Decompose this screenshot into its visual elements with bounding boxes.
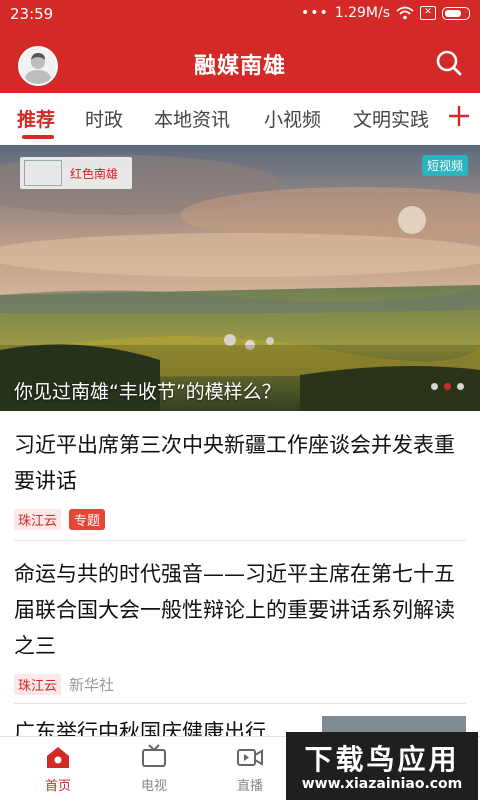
watermark-url: www.xiazainiao.com bbox=[301, 776, 463, 792]
status-time: 23:59 bbox=[10, 5, 54, 23]
banner-caption: 你见过南雄“丰收节”的模样么？ bbox=[14, 381, 281, 403]
news-author: 新华社 bbox=[69, 676, 115, 694]
news-item[interactable]: 命运与共的时代强音——习近平主席在第七十五届联合国大会一般性辩论上的重要讲话系列… bbox=[14, 556, 466, 695]
logo-mark-icon bbox=[24, 160, 62, 186]
short-video-badge: 短视频 bbox=[421, 155, 468, 176]
more-dots-icon: ••• bbox=[300, 5, 329, 21]
nav-live[interactable]: 直播 bbox=[210, 743, 290, 794]
tab-politics[interactable]: 时政 bbox=[85, 105, 123, 132]
news-meta: 珠江云 专题 bbox=[14, 509, 466, 530]
sim-icon: ✕ bbox=[420, 6, 436, 20]
status-bar: 23:59 ••• 1.29M/s ✕ bbox=[0, 0, 480, 28]
active-tab-indicator bbox=[22, 135, 54, 139]
watermark-text: 下载鸟应用 bbox=[304, 743, 460, 776]
category-tabs: 推荐 时政 本地资讯 小视频 文明实践 bbox=[0, 93, 480, 146]
banner-logo: 红色南雄 bbox=[20, 157, 132, 189]
plus-icon bbox=[449, 106, 469, 126]
wifi-icon bbox=[396, 6, 414, 20]
nav-tv-label: 电视 bbox=[140, 779, 167, 794]
topic-tag: 专题 bbox=[69, 509, 106, 530]
tab-recommend[interactable]: 推荐 bbox=[17, 105, 55, 132]
tab-short-video[interactable]: 小视频 bbox=[264, 105, 321, 132]
news-meta: 珠江云 新华社 bbox=[14, 674, 466, 695]
carousel-indicator bbox=[431, 383, 464, 390]
home-icon bbox=[47, 747, 69, 768]
divider bbox=[14, 540, 466, 541]
carousel-dot bbox=[457, 383, 464, 390]
tv-icon bbox=[142, 744, 166, 767]
add-tab-button[interactable] bbox=[448, 99, 470, 135]
battery-icon bbox=[442, 6, 470, 20]
nav-home[interactable]: 首页 bbox=[18, 743, 98, 794]
banner-logo-text: 红色南雄 bbox=[70, 166, 119, 181]
watermark: 下载鸟应用 www.xiazainiao.com bbox=[286, 732, 478, 800]
app-header: 23:59 ••• 1.29M/s ✕ 融媒南雄 bbox=[0, 0, 480, 93]
source-tag: 珠江云 bbox=[14, 509, 62, 530]
news-title: 习近平出席第三次中央新疆工作座谈会并发表重要讲话 bbox=[14, 433, 455, 493]
search-button[interactable] bbox=[434, 48, 464, 78]
nav-live-label: 直播 bbox=[236, 779, 263, 794]
source-tag: 珠江云 bbox=[14, 674, 62, 695]
nav-home-label: 首页 bbox=[44, 779, 71, 794]
news-item[interactable]: 习近平出席第三次中央新疆工作座谈会并发表重要讲话 珠江云 专题 bbox=[14, 427, 466, 530]
news-title: 命运与共的时代强音——习近平主席在第七十五届联合国大会一般性辩论上的重要讲话系列… bbox=[14, 562, 455, 658]
status-icons: ••• 1.29M/s ✕ bbox=[301, 5, 470, 21]
featured-banner[interactable]: 红色南雄 短视频 你见过南雄“丰收节”的模样么？ bbox=[0, 145, 480, 411]
network-speed: 1.29M/s bbox=[334, 5, 390, 21]
page-title: 融媒南雄 bbox=[193, 54, 286, 79]
carousel-dot-active bbox=[444, 383, 451, 390]
search-icon bbox=[436, 50, 462, 76]
divider bbox=[14, 703, 466, 704]
carousel-dot bbox=[431, 383, 438, 390]
tab-civilization-practice[interactable]: 文明实践 bbox=[353, 105, 429, 132]
nav-tv[interactable]: 电视 bbox=[114, 743, 194, 794]
live-icon bbox=[237, 749, 263, 766]
tab-local-news[interactable]: 本地资讯 bbox=[154, 105, 230, 132]
